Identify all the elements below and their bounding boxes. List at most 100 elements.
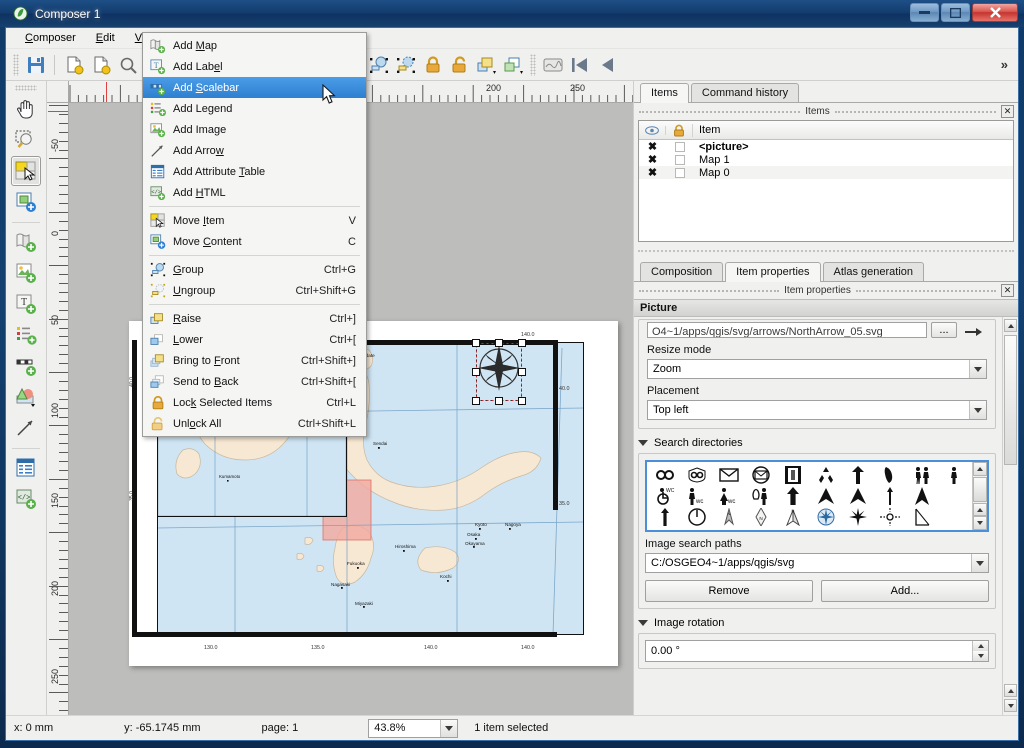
svg-gallery-grid[interactable]: WC wc wc N N N: [647, 462, 972, 530]
item-visible-toggle[interactable]: ✖: [639, 166, 666, 179]
svg-item[interactable]: [842, 485, 874, 506]
svg-item[interactable]: [649, 464, 681, 485]
menu-item-raise[interactable]: Raise Ctrl+]: [143, 308, 366, 329]
scroll-up-icon-2[interactable]: [973, 502, 987, 517]
svg-item[interactable]: [745, 485, 777, 506]
scroll-up-icon[interactable]: [973, 462, 987, 476]
menu-edit[interactable]: Edit: [87, 29, 124, 47]
svg-item[interactable]: wc: [681, 485, 713, 506]
items-table[interactable]: Item ✖ <picture> ✖ Map 1 ✖ Map 0: [638, 120, 1014, 242]
add-scalebar-tool[interactable]: [11, 351, 41, 381]
svg-item[interactable]: [938, 485, 970, 506]
left-toolbar-grip[interactable]: [15, 85, 37, 91]
item-lock-checkbox[interactable]: [666, 154, 693, 165]
svg-item[interactable]: [681, 464, 713, 485]
add-image-tool[interactable]: [11, 258, 41, 288]
menu-item-move-item[interactable]: Move Item V: [143, 210, 366, 231]
menu-item-group[interactable]: Group Ctrl+G: [143, 259, 366, 280]
table-row[interactable]: ✖ <picture>: [639, 140, 1013, 154]
menu-item-lock-selected-items[interactable]: Lock Selected Items Ctrl+L: [143, 392, 366, 413]
spinner-buttons[interactable]: [972, 641, 988, 661]
svg-item[interactable]: wc: [713, 485, 745, 506]
placement-combo[interactable]: Top left: [647, 400, 987, 420]
svg-item[interactable]: [713, 464, 745, 485]
atlas-preview-icon[interactable]: [539, 52, 566, 78]
svg-item[interactable]: [938, 507, 970, 528]
remove-button[interactable]: Remove: [645, 580, 813, 602]
item-lock-checkbox[interactable]: [666, 167, 693, 178]
svg-item[interactable]: [906, 464, 938, 485]
svg-item[interactable]: [842, 507, 874, 528]
table-row[interactable]: ✖ Map 1: [639, 153, 1013, 167]
resize-handle-s[interactable]: [495, 397, 503, 405]
north-arrow-picture-item[interactable]: [472, 339, 526, 405]
new-composer-icon[interactable]: [60, 52, 87, 78]
atlas-prev-icon[interactable]: [593, 52, 620, 78]
zoom-tool[interactable]: [11, 125, 41, 155]
image-rotation-spinbox[interactable]: 0.00 °: [645, 640, 989, 662]
chevron-down-icon[interactable]: [440, 719, 458, 737]
tab-composition[interactable]: Composition: [640, 262, 724, 281]
svg-gallery-scrollbar[interactable]: [972, 462, 987, 530]
toolbar-overflow-button[interactable]: »: [1001, 57, 1008, 72]
search-directories-collapse[interactable]: Search directories: [638, 437, 996, 449]
resize-handle-nw[interactable]: [472, 339, 480, 347]
svg-item[interactable]: [874, 464, 906, 485]
move-content-tool[interactable]: [11, 187, 41, 217]
svg-item[interactable]: [809, 464, 841, 485]
add-arrow-tool[interactable]: [11, 413, 41, 443]
resize-handle-sw[interactable]: [472, 397, 480, 405]
svg-item[interactable]: [809, 485, 841, 506]
svg-item[interactable]: [906, 485, 938, 506]
svg-item[interactable]: [681, 507, 713, 528]
item-lock-checkbox[interactable]: [666, 141, 693, 152]
menu-item-add-html[interactable]: </> Add HTML: [143, 182, 366, 203]
svg-item[interactable]: [842, 464, 874, 485]
save-icon[interactable]: [22, 52, 49, 78]
menu-item-bring-to-front[interactable]: Bring to Front Ctrl+Shift+]: [143, 350, 366, 371]
svg-item[interactable]: [809, 507, 841, 528]
ungroup-icon[interactable]: [392, 52, 419, 78]
add-html-tool[interactable]: </>: [11, 484, 41, 514]
svg-item[interactable]: [906, 507, 938, 528]
tab-items[interactable]: Items: [640, 83, 689, 103]
menu-item-move-content[interactable]: Move Content C: [143, 231, 366, 252]
toolbar-grip-4[interactable]: [530, 53, 536, 76]
menu-item-add-attribute-table[interactable]: Add Attribute Table: [143, 161, 366, 182]
menu-item-lower[interactable]: Lower Ctrl+[: [143, 329, 366, 350]
atlas-first-icon[interactable]: [566, 52, 593, 78]
add-legend-tool[interactable]: [11, 320, 41, 350]
zoom-level-combo[interactable]: 43.8%: [368, 718, 459, 738]
tab-atlas-generation[interactable]: Atlas generation: [822, 262, 925, 281]
unlock-icon[interactable]: [446, 52, 473, 78]
image-search-paths-combo[interactable]: C:/OSGEO4~1/apps/qgis/svg: [645, 553, 989, 573]
tab-item-properties[interactable]: Item properties: [725, 262, 821, 282]
lower-icon[interactable]: [500, 52, 527, 78]
svg-item[interactable]: N: [713, 507, 745, 528]
item-visible-toggle[interactable]: ✖: [639, 153, 666, 166]
chevron-down-icon[interactable]: [969, 401, 986, 419]
svg-item[interactable]: N: [777, 507, 809, 528]
table-row[interactable]: ✖ Map 0: [639, 166, 1013, 179]
add-shape-tool[interactable]: [11, 382, 41, 412]
svg-item[interactable]: [777, 485, 809, 506]
svg-item[interactable]: [874, 485, 906, 506]
chevron-down-icon[interactable]: [969, 360, 986, 378]
resize-handle-ne[interactable]: [518, 339, 526, 347]
properties-panel-close-icon[interactable]: ✕: [1001, 284, 1015, 297]
duplicate-composer-icon[interactable]: [87, 52, 114, 78]
add-button[interactable]: Add...: [821, 580, 989, 602]
menu-item-send-to-back[interactable]: Send to Back Ctrl+Shift+[: [143, 371, 366, 392]
pan-tool[interactable]: [11, 94, 41, 124]
resize-handle-w[interactable]: [472, 368, 480, 376]
add-map-tool[interactable]: [11, 227, 41, 257]
lock-icon[interactable]: [419, 52, 446, 78]
svg-item[interactable]: [777, 464, 809, 485]
resize-mode-combo[interactable]: Zoom: [647, 359, 987, 379]
select-move-item-tool[interactable]: [11, 156, 41, 186]
menu-item-add-arrow[interactable]: Add Arrow: [143, 140, 366, 161]
menu-item-add-label[interactable]: T Add Label: [143, 56, 366, 77]
add-attribute-table-tool[interactable]: [11, 453, 41, 483]
toolbar-grip[interactable]: [13, 53, 19, 76]
menu-item-unlock-all[interactable]: Unlock All Ctrl+Shift+L: [143, 413, 366, 434]
